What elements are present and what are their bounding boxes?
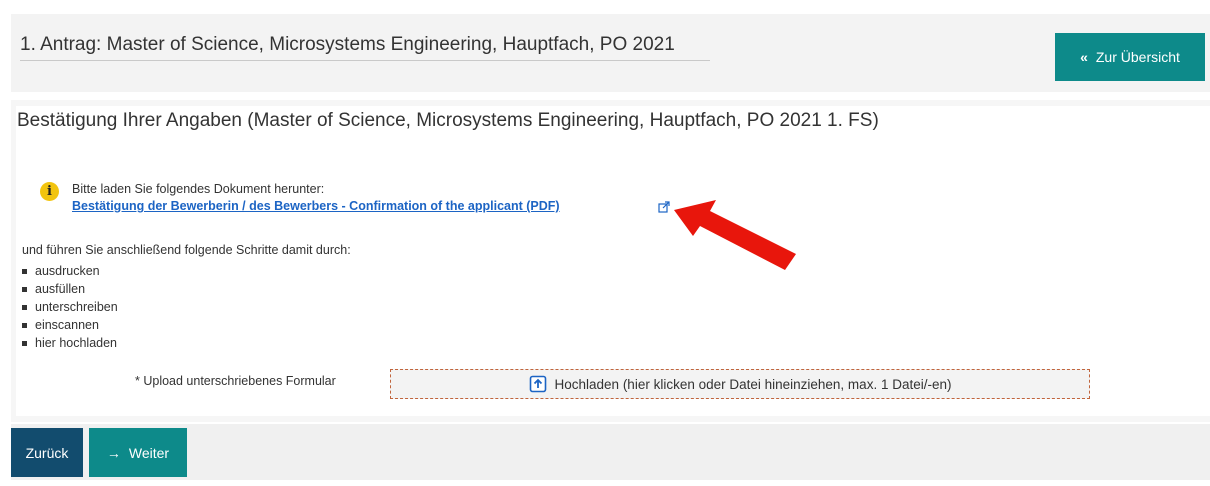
footer-band — [11, 424, 1210, 480]
steps-intro: und führen Sie anschließend folgende Sch… — [22, 243, 351, 257]
list-item: ausdrucken — [22, 262, 118, 280]
back-button[interactable]: Zurück — [11, 428, 83, 477]
upload-dropzone[interactable]: Hochladen (hier klicken oder Datei hinei… — [390, 369, 1090, 399]
list-item: unterschreiben — [22, 298, 118, 316]
upload-icon — [529, 375, 546, 393]
overview-button-label: Zur Übersicht — [1095, 49, 1180, 65]
red-arrow-annotation — [674, 200, 796, 270]
overview-button[interactable]: « Zur Übersicht — [1055, 33, 1205, 81]
list-item: ausfüllen — [22, 280, 118, 298]
steps-list: ausdrucken ausfüllen unterschreiben eins… — [22, 262, 118, 352]
info-icon: i — [40, 182, 59, 201]
upload-text: Hochladen (hier klicken oder Datei hinei… — [554, 376, 952, 392]
upload-label: * Upload unterschriebenes Formular — [135, 374, 336, 388]
document-download-link[interactable]: Bestätigung der Bewerberin / des Bewerbe… — [72, 199, 560, 213]
list-item: hier hochladen — [22, 334, 118, 352]
next-button[interactable]: → Weiter — [89, 428, 187, 477]
page-title: 1. Antrag: Master of Science, Microsyste… — [20, 34, 710, 61]
list-item: einscannen — [22, 316, 118, 334]
arrow-right-icon: → — [106, 444, 121, 461]
next-button-label: Weiter — [128, 444, 170, 461]
section-title: Bestätigung Ihrer Angaben (Master of Sci… — [17, 110, 879, 131]
info-text: Bitte laden Sie folgendes Dokument herun… — [72, 182, 325, 196]
double-chevron-left-icon: « — [1080, 49, 1088, 65]
